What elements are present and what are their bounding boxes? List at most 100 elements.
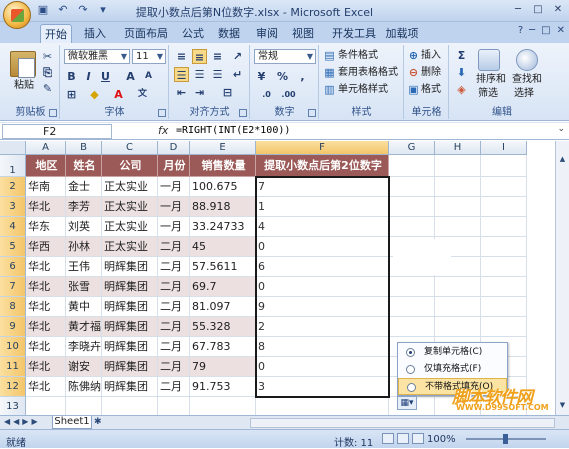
table-cell[interactable]: 明辉集团 — [102, 257, 158, 277]
format-as-table-button[interactable]: 套用表格格式 — [338, 66, 398, 80]
table-cell[interactable]: 明辉集团 — [102, 297, 158, 317]
row-header[interactable]: 1 — [0, 155, 26, 177]
table-cell[interactable]: 0 — [256, 357, 389, 377]
ribbon-restore-icon[interactable]: □ — [541, 25, 550, 36]
empty-cell[interactable] — [481, 317, 527, 337]
sort-filter-label-2[interactable]: 筛选 — [478, 87, 498, 101]
orientation-icon[interactable]: ↗ — [230, 49, 245, 64]
row-header[interactable]: 9 — [0, 317, 26, 337]
fill-formatting-option[interactable]: 仅填充格式(F) — [398, 361, 507, 378]
format-cells-button[interactable]: 格式 — [421, 83, 441, 97]
table-cell[interactable]: 二月 — [158, 297, 190, 317]
table-cell[interactable]: 华东 — [26, 217, 66, 237]
find-select-label-2[interactable]: 选择 — [514, 87, 534, 101]
table-cell[interactable]: 刘英 — [66, 217, 102, 237]
empty-cell[interactable] — [481, 197, 527, 217]
empty-cell[interactable] — [26, 397, 66, 415]
column-header[interactable]: F — [256, 141, 389, 155]
table-cell[interactable]: 张雪 — [66, 277, 102, 297]
insert-cells-button[interactable]: 插入 — [421, 49, 441, 63]
tab-data[interactable]: 数据 — [214, 24, 244, 43]
help-icon[interactable]: ? — [518, 25, 523, 36]
table-cell[interactable]: 陈佛纳 — [66, 377, 102, 397]
column-header[interactable]: D — [158, 141, 190, 155]
cut-icon[interactable]: ✂ — [40, 49, 55, 64]
table-cell[interactable]: 华北 — [26, 277, 66, 297]
normal-view-icon[interactable] — [382, 433, 394, 444]
find-select-icon[interactable] — [516, 49, 538, 71]
table-cell[interactable]: 6 — [256, 257, 389, 277]
scroll-up-icon[interactable]: ▲ — [556, 155, 569, 167]
sheet-tab[interactable]: Sheet1 — [52, 416, 92, 429]
table-cell[interactable]: 正太实业 — [102, 237, 158, 257]
delete-cells-button[interactable]: 删除 — [421, 66, 441, 80]
empty-cell[interactable] — [435, 197, 481, 217]
clear-icon[interactable]: ◈ — [454, 82, 469, 97]
insert-function-icon[interactable]: fx — [158, 124, 168, 137]
insert-sheet-icon[interactable]: ✱ — [94, 417, 108, 428]
percent-icon[interactable]: % — [275, 69, 290, 84]
conditional-format-button[interactable]: 条件格式 — [338, 49, 378, 63]
column-header[interactable]: A — [26, 141, 66, 155]
paste-icon[interactable] — [10, 51, 36, 78]
cell-styles-button[interactable]: 单元格样式 — [338, 83, 388, 97]
table-cell[interactable]: 69.7 — [190, 277, 256, 297]
table-cell[interactable]: 金士 — [66, 177, 102, 197]
table-cell[interactable]: 二月 — [158, 237, 190, 257]
table-cell[interactable]: 华西 — [26, 237, 66, 257]
table-cell[interactable]: 二月 — [158, 377, 190, 397]
table-cell[interactable]: 华北 — [26, 357, 66, 377]
font-launcher-icon[interactable] — [158, 109, 166, 117]
table-cell[interactable]: 黄才福 — [66, 317, 102, 337]
table-header-cell[interactable]: 姓名 — [66, 155, 102, 177]
table-cell[interactable]: 明辉集团 — [102, 377, 158, 397]
table-cell[interactable]: 57.5611 — [190, 257, 256, 277]
italic-icon[interactable]: I — [81, 69, 96, 84]
font-color-icon[interactable]: A — [111, 87, 126, 102]
phonetic-icon[interactable]: 文 — [135, 87, 150, 102]
empty-cell[interactable] — [435, 155, 481, 177]
tab-view[interactable]: 视图 — [288, 24, 318, 43]
tab-developer[interactable]: 开发工具 — [326, 24, 382, 43]
table-cell[interactable]: 二月 — [158, 257, 190, 277]
empty-cell[interactable] — [481, 257, 527, 277]
font-size-select[interactable]: 11 ▼ — [132, 49, 166, 64]
table-cell[interactable]: 李芳 — [66, 197, 102, 217]
table-cell[interactable]: 8 — [256, 337, 389, 357]
table-cell[interactable]: 100.675 — [190, 177, 256, 197]
empty-cell[interactable] — [66, 397, 102, 415]
align-right-icon[interactable]: ☰ — [210, 67, 225, 82]
row-header[interactable]: 12 — [0, 377, 26, 397]
grow-font-icon[interactable]: A — [123, 69, 138, 84]
empty-cell[interactable] — [481, 297, 527, 317]
table-header-cell[interactable]: 销售数量 — [190, 155, 256, 177]
empty-cell[interactable] — [389, 177, 435, 197]
table-cell[interactable]: 正太实业 — [102, 177, 158, 197]
table-cell[interactable]: 二月 — [158, 357, 190, 377]
paste-label[interactable]: 粘贴 — [14, 79, 34, 93]
empty-cell[interactable] — [481, 177, 527, 197]
align-bottom-icon[interactable]: ≡ — [210, 49, 225, 64]
tab-formulas[interactable]: 公式 — [178, 24, 208, 43]
empty-cell[interactable] — [481, 217, 527, 237]
table-cell[interactable]: 明辉集团 — [102, 337, 158, 357]
align-center-icon[interactable]: ☰ — [192, 67, 207, 82]
sheet-nav-icons[interactable]: ◀◀▶▶ — [4, 417, 41, 426]
table-cell[interactable]: 55.328 — [190, 317, 256, 337]
row-header[interactable]: 13 — [0, 397, 26, 415]
column-header[interactable]: C — [102, 141, 158, 155]
ribbon-minimize-icon[interactable]: ─ — [529, 25, 535, 36]
sort-filter-icon[interactable] — [478, 49, 500, 71]
shrink-font-icon[interactable]: A — [141, 69, 156, 84]
table-cell[interactable]: 华北 — [26, 337, 66, 357]
table-cell[interactable]: 二月 — [158, 317, 190, 337]
row-header[interactable]: 3 — [0, 197, 26, 217]
table-cell[interactable]: 华北 — [26, 377, 66, 397]
row-header[interactable]: 6 — [0, 257, 26, 277]
table-cell[interactable]: 0 — [256, 277, 389, 297]
tab-addins[interactable]: 加载项 — [380, 24, 424, 43]
tab-insert[interactable]: 插入 — [80, 24, 110, 43]
decrease-indent-icon[interactable]: ⇤ — [174, 85, 189, 100]
table-cell[interactable]: 0 — [256, 237, 389, 257]
table-cell[interactable]: 华南 — [26, 177, 66, 197]
